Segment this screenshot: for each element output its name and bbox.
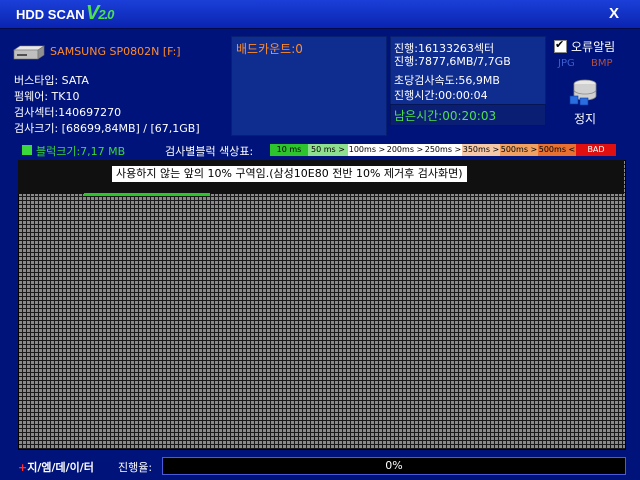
scan-grid [18,160,626,450]
progress-label: 진행율: [118,461,153,474]
scan-sectors: 검사섹터:140697270 [14,106,122,119]
legend-title: 검사별블럭 색상표: [165,145,254,158]
color-legend: 10 ms 50 ms >100ms >200ms >250ms >350ms >… [270,144,616,156]
version-letter: V [86,2,99,24]
scanned-blocks [84,193,210,196]
stop-button[interactable]: 정지 [574,110,596,127]
drive-name: SAMSUNG SP0802N [F:] [50,45,181,58]
main-window: HDD SCAN V2.0 X SAMSUNG SP0802N [F:] 버스타… [0,0,640,480]
legend-item: 200ms > [386,144,424,156]
scan-speed: 초당검사속도:56,9MB [394,74,500,87]
error-alarm-checkbox[interactable] [554,38,567,53]
block-size-swatch [22,145,32,155]
block-size: 블럭크기:7,17 MB [36,145,126,158]
database-stop-icon[interactable] [569,78,601,106]
legend-item: 350ms > [462,144,500,156]
legend-item: 50 ms > [308,144,348,156]
bus-type: 버스타입: SATA [14,74,89,87]
scan-size: 검사크기: [68699,84MB] / [67,1GB] [14,122,200,135]
jpg-option[interactable]: JPG [558,58,575,69]
company-logo: +지/엠/데/이/터 [18,461,94,474]
elapsed-time: 진행시간:00:00:04 [394,89,488,102]
remaining-time: 남은시간:00:20:03 [394,109,497,123]
app-version: V2.0 [86,2,114,25]
legend-item: 250ms > [424,144,462,156]
legend-item: 10 ms [270,144,308,156]
progress-bar: 0% [162,457,626,475]
progress-mb: 진행:7877,6MB/7,7GB [394,55,511,68]
hard-drive-icon [13,45,45,60]
close-button[interactable]: X [606,6,622,22]
app-title: HDD SCAN [16,7,85,22]
skip-banner: 사용하지 않는 앞의 10% 구역임.(삼성10E80 전반 10% 제거후 검… [112,166,467,182]
title-bar[interactable]: HDD SCAN V2.0 X [0,0,640,29]
progress-text: 0% [385,459,403,472]
version-number: 2.0 [98,7,114,22]
bmp-option[interactable]: BMP [591,58,613,69]
bad-count: 배드카운트:0 [236,42,303,56]
error-alarm-label[interactable]: 오류알림 [571,38,615,55]
legend-item: 500ms > [500,144,538,156]
firmware: 펌웨어: TK10 [14,90,80,103]
legend-item: BAD [576,144,616,156]
legend-item: 100ms > [348,144,386,156]
legend-item: 500ms < [538,144,576,156]
